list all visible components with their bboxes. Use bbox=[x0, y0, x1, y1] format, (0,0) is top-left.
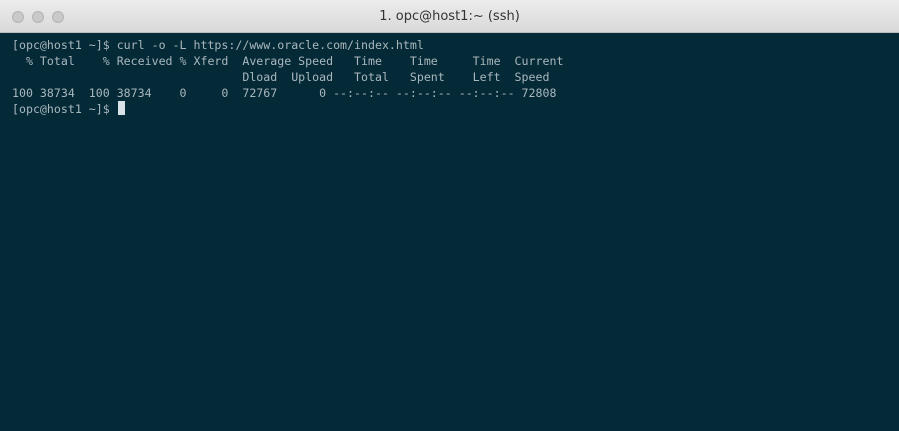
terminal-line-header-2: Dload Upload Total Spent Left Speed bbox=[12, 70, 550, 84]
window-title: 1. opc@host1:~ (ssh) bbox=[379, 9, 520, 24]
terminal-output[interactable]: [opc@host1 ~]$ curl -o -L https://www.or… bbox=[12, 37, 899, 431]
terminal-line-progress: 100 38734 100 38734 0 0 72767 0 --:--:--… bbox=[12, 86, 557, 100]
terminal-window: 1. opc@host1:~ (ssh) [opc@host1 ~]$ curl… bbox=[0, 0, 899, 431]
text-cursor bbox=[117, 101, 125, 115]
terminal-line-header-1: % Total % Received % Xferd Average Speed… bbox=[12, 54, 564, 68]
terminal-prompt-line[interactable]: [opc@host1 ~]$ bbox=[12, 101, 899, 117]
terminal-line-command: [opc@host1 ~]$ curl -o -L https://www.or… bbox=[12, 38, 424, 52]
title-bar[interactable]: 1. opc@host1:~ (ssh) bbox=[0, 0, 899, 33]
shell-prompt: [opc@host1 ~]$ bbox=[12, 102, 117, 116]
